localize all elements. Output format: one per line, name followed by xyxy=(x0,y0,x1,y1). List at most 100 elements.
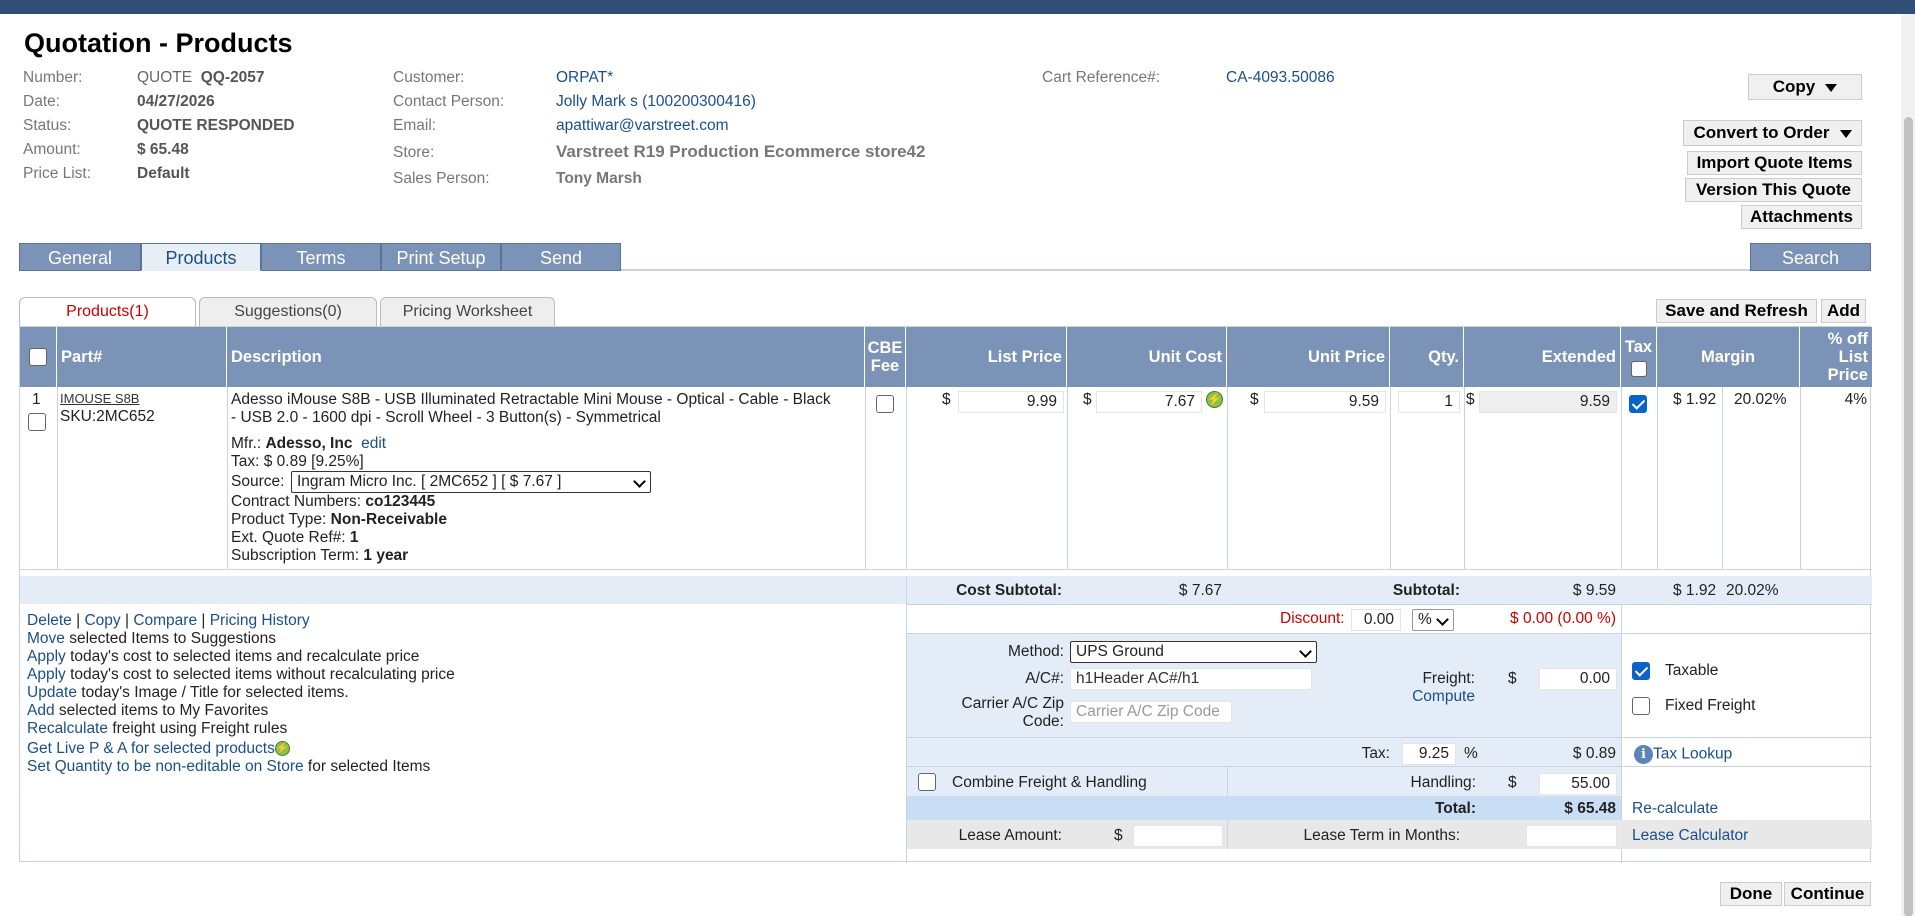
zip-code-input[interactable]: Carrier A/C Zip Code xyxy=(1070,701,1232,723)
subtab-suggestions[interactable]: Suggestions(0) xyxy=(199,297,377,326)
unit-cost-input[interactable]: 7.67 xyxy=(1096,391,1202,413)
item-tax-checkbox[interactable] xyxy=(1629,395,1647,413)
attachments-button[interactable]: Attachments xyxy=(1741,205,1862,229)
tax-all-checkbox[interactable] xyxy=(1630,360,1647,377)
done-button[interactable]: Done xyxy=(1720,882,1782,906)
discount-unit-select[interactable]: % xyxy=(1412,609,1454,631)
ac-number-input[interactable]: h1Header AC#/h1 xyxy=(1070,668,1312,690)
customer-link[interactable]: ORPAT* xyxy=(556,66,613,90)
vertical-scrollbar[interactable] xyxy=(1901,14,1915,916)
col-list-price[interactable]: List Price xyxy=(906,327,1067,387)
products-grid: Part# Description CBE Fee List Price Uni… xyxy=(19,326,1872,863)
list-price-input[interactable]: 9.99 xyxy=(958,391,1064,413)
scrollbar-thumb[interactable] xyxy=(1904,117,1913,916)
cart-reference[interactable]: CA-4093.50086 xyxy=(1226,66,1335,90)
import-quote-items-button[interactable]: Import Quote Items xyxy=(1687,151,1862,175)
col-cbe-fee: CBE Fee xyxy=(865,327,906,387)
live-pa-link[interactable]: Get Live P & A for selected products xyxy=(27,740,275,757)
lease-amount-input[interactable] xyxy=(1133,825,1223,847)
handling-input[interactable]: 55.00 xyxy=(1539,773,1617,795)
pricelist-label: Price List: xyxy=(23,165,92,182)
col-unit-price[interactable]: Unit Price xyxy=(1227,327,1390,387)
tab-products[interactable]: Products xyxy=(141,243,261,271)
sku: SKU:2MC652 xyxy=(60,408,155,425)
copy-button[interactable]: Copy xyxy=(1748,74,1862,100)
main-tabs: General Products Terms Print Setup Send … xyxy=(19,243,1871,271)
subtotal-margin-percent: 20.02% xyxy=(1726,582,1779,599)
combine-freight-checkbox[interactable] xyxy=(918,773,936,791)
lease-calculator-link[interactable]: Lease Calculator xyxy=(1632,827,1748,845)
discount-input[interactable]: 0.00 xyxy=(1351,609,1401,631)
version-this-quote-button[interactable]: Version This Quote xyxy=(1685,178,1862,202)
col-unit-cost[interactable]: Unit Cost xyxy=(1067,327,1227,387)
source-select[interactable]: Ingram Micro Inc. [ 2MC652 ] [ $ 7.67 ] xyxy=(291,471,651,493)
chevron-down-icon xyxy=(1825,83,1838,92)
subtotal-margin-amount: $ 1.92 xyxy=(1673,582,1717,599)
tab-terms[interactable]: Terms xyxy=(261,243,381,271)
continue-button[interactable]: Continue xyxy=(1784,882,1871,906)
copy-link[interactable]: Copy xyxy=(84,612,120,629)
qty-input[interactable]: 1 xyxy=(1398,391,1460,413)
col-description[interactable]: Description xyxy=(227,327,865,387)
fixed-freight-checkbox[interactable] xyxy=(1632,697,1650,715)
price-list: Default xyxy=(137,165,190,182)
col-qty[interactable]: Qty. xyxy=(1390,327,1464,387)
shipping-method-select[interactable]: UPS Ground xyxy=(1070,641,1317,663)
subtab-products[interactable]: Products(1) xyxy=(19,297,196,326)
product-type: Non-Receivable xyxy=(330,511,447,528)
live-pricing-icon[interactable]: ⚡ xyxy=(1206,391,1223,408)
contract-numbers: co123445 xyxy=(365,493,436,510)
recalculate-freight-link[interactable]: Recalculate xyxy=(27,720,108,737)
subtab-pricing-worksheet[interactable]: Pricing Worksheet xyxy=(380,297,555,326)
compute-freight-link[interactable]: Compute xyxy=(1405,688,1475,706)
apply-recalc-link[interactable]: Apply xyxy=(27,648,66,665)
col-margin[interactable]: Margin xyxy=(1657,327,1800,387)
col-part[interactable]: Part# xyxy=(57,327,227,387)
lease-term-input[interactable] xyxy=(1526,825,1617,847)
apply-no-recalc-link[interactable]: Apply xyxy=(27,666,66,683)
unit-price-input[interactable]: 9.59 xyxy=(1264,391,1386,413)
tab-general[interactable]: General xyxy=(19,243,141,271)
number-prefix: QUOTE xyxy=(137,69,193,86)
tax-rate-input[interactable]: 9.25 xyxy=(1402,743,1456,765)
recalculate-link[interactable]: Re-calculate xyxy=(1632,800,1718,818)
part-link[interactable]: IMOUSE S8B xyxy=(60,391,139,406)
cbe-fee-checkbox[interactable] xyxy=(876,395,894,413)
customer-label: Customer: xyxy=(393,69,465,86)
tab-print-setup[interactable]: Print Setup xyxy=(381,243,501,271)
add-button[interactable]: Add xyxy=(1821,299,1866,323)
compare-link[interactable]: Compare xyxy=(133,612,197,629)
handling-label: Handling: xyxy=(1410,774,1477,791)
pricing-history-link[interactable]: Pricing History xyxy=(210,612,310,629)
method-label: Method: xyxy=(1007,643,1064,660)
search-button[interactable]: Search xyxy=(1750,243,1871,271)
email-link[interactable]: apattiwar@varstreet.com xyxy=(556,114,729,138)
line-number: 1 xyxy=(32,391,41,408)
convert-to-order-button[interactable]: Convert to Order xyxy=(1683,120,1862,146)
source-label: Source: xyxy=(231,473,285,490)
currency-symbol: $ xyxy=(1508,774,1517,791)
add-favorites-link[interactable]: Add xyxy=(27,702,55,719)
move-link[interactable]: Move xyxy=(27,630,65,647)
contact-label: Contact Person: xyxy=(393,93,505,110)
contact-link[interactable]: Jolly Mark s (100200300416) xyxy=(556,90,756,114)
product-type-label: Product Type: xyxy=(231,511,327,528)
freight-input[interactable]: 0.00 xyxy=(1539,668,1617,690)
save-and-refresh-button[interactable]: Save and Refresh xyxy=(1656,299,1817,323)
subtotal-value: $ 9.59 xyxy=(1572,582,1616,599)
tab-send[interactable]: Send xyxy=(501,243,621,271)
row-select-checkbox[interactable] xyxy=(28,413,46,431)
taxable-label: Taxable xyxy=(1665,662,1719,679)
tax-lookup-link[interactable]: Tax Lookup xyxy=(1653,746,1732,763)
edit-link[interactable]: edit xyxy=(361,435,386,452)
update-link[interactable]: Update xyxy=(27,684,77,701)
select-all-checkbox[interactable] xyxy=(29,348,47,366)
col-extended[interactable]: Extended xyxy=(1464,327,1621,387)
status-label: Status: xyxy=(23,117,72,134)
set-qty-link[interactable]: Set Quantity to be non-editable on Store xyxy=(27,758,304,775)
delete-link[interactable]: Delete xyxy=(27,612,72,629)
store-name: Varstreet R19 Production Ecommerce store… xyxy=(556,142,926,161)
subtotal-label: Subtotal: xyxy=(1392,582,1460,599)
zip-label: Carrier A/C Zip Code: xyxy=(961,695,1065,730)
taxable-freight-checkbox[interactable] xyxy=(1632,662,1650,680)
